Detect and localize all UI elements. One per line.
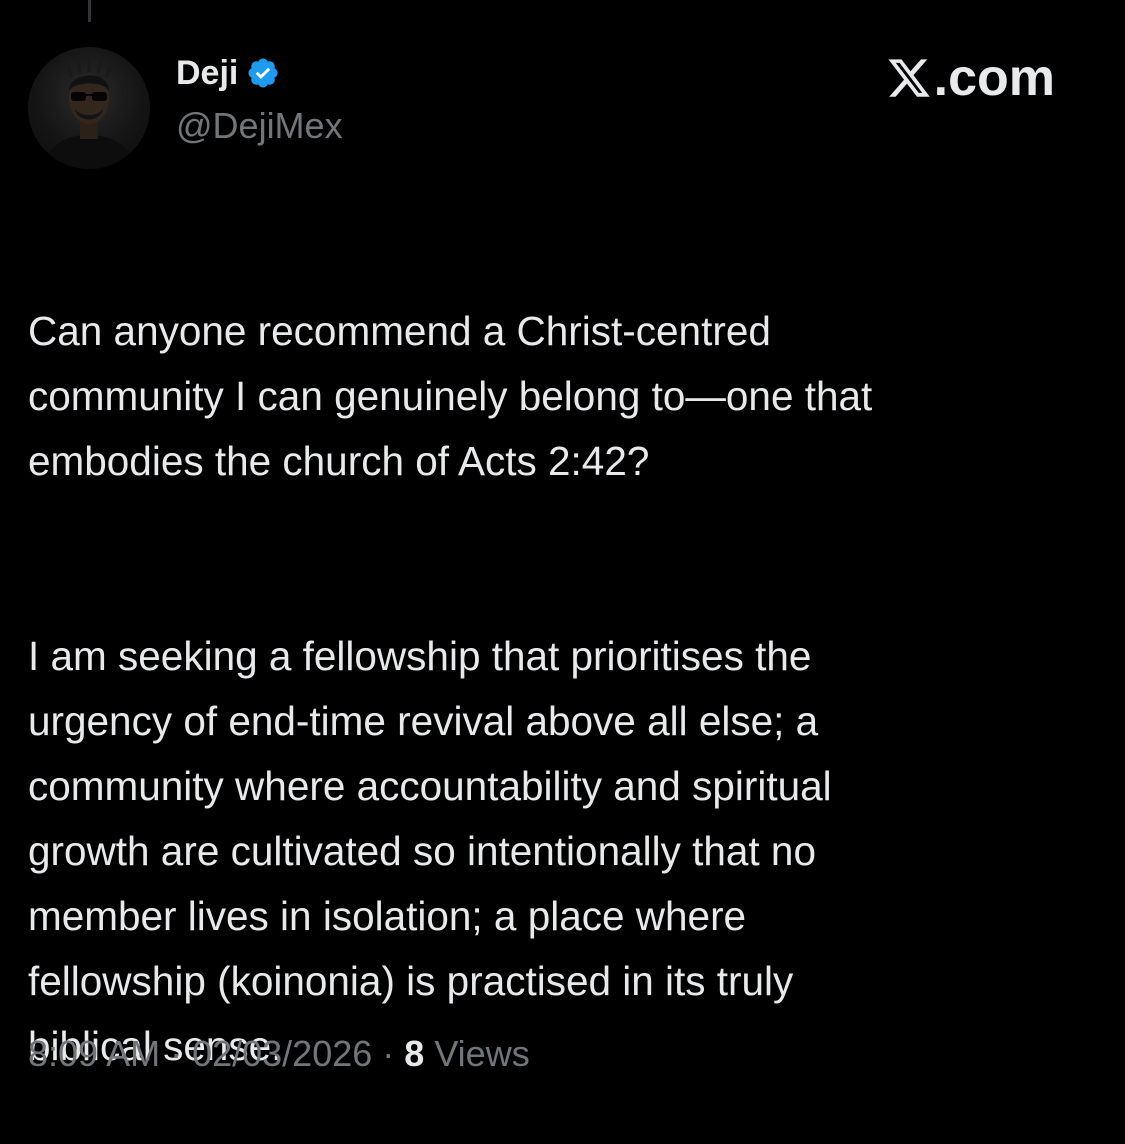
tweet-paragraph: I am seeking a fellowship that prioritis… [28,633,832,1069]
views-count: 8 [404,1033,425,1074]
tweet-text: Can anyone recommend a Christ-centred co… [28,234,1088,1144]
profile-photo-icon [42,59,136,169]
meta-separator: · [372,1033,405,1074]
views-label: Views [424,1033,530,1074]
author-handle[interactable]: @DejiMex [176,104,343,148]
tweet-time[interactable]: 8:09 AM [28,1033,160,1074]
verified-badge-icon [246,56,280,90]
avatar[interactable] [28,47,150,169]
author-name-row[interactable]: Deji [176,53,280,93]
tweet-metadata: 8:09 AM · 02/03/2026 · 8 Views [28,1032,530,1076]
x-logo-icon [886,55,932,101]
tweet-date[interactable]: 02/03/2026 [192,1033,372,1074]
thread-connector-line [88,0,91,22]
brand-domain-text: .com [933,49,1055,107]
meta-separator: · [160,1033,193,1074]
tweet-paragraph: Can anyone recommend a Christ-centred co… [28,308,873,484]
brand-watermark: .com [886,48,1055,108]
author-display-name[interactable]: Deji [176,53,238,93]
